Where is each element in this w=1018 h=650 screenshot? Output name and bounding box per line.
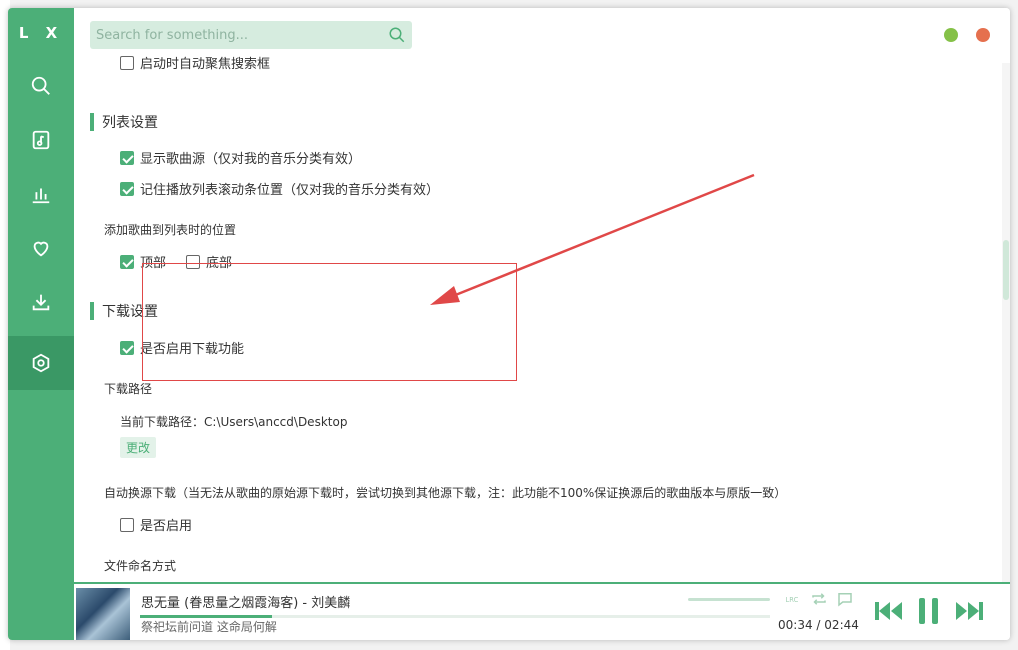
close-button[interactable] xyxy=(976,28,990,42)
search-input[interactable] xyxy=(90,21,380,49)
nav-download-icon[interactable] xyxy=(8,275,74,329)
volume-slider[interactable] xyxy=(688,598,770,601)
main-panel: 启动时自动聚焦搜索框 列表设置 显示歌曲源（仅对我的音乐分类有效） 记住播放列表… xyxy=(74,8,1010,583)
scrollbar-thumb[interactable] xyxy=(1003,240,1009,300)
change-path-button[interactable]: 更改 xyxy=(120,437,157,458)
svg-text:LRC: LRC xyxy=(786,596,799,604)
checkbox-box[interactable] xyxy=(120,517,134,532)
checkbox-auto-switch[interactable]: 是否启用 xyxy=(120,515,192,534)
nav-favorite-icon[interactable] xyxy=(8,221,74,275)
next-icon[interactable] xyxy=(954,598,984,624)
search-box[interactable] xyxy=(90,21,412,49)
highlight-box xyxy=(142,263,517,381)
checkbox-box[interactable] xyxy=(120,340,134,355)
auto-switch-label: 自动换源下载（当无法从歌曲的原始源下载时，尝试切换到其他源下载，注：此功能不10… xyxy=(104,486,787,500)
player-tools: LRC xyxy=(784,590,854,608)
add-position-label: 添加歌曲到列表时的位置 xyxy=(104,223,237,237)
repeat-icon[interactable] xyxy=(810,590,828,608)
song-title: 思无量 (眷思量之烟霞海客) - 刘美麟 xyxy=(141,596,351,611)
comment-icon[interactable] xyxy=(836,590,854,608)
time-display: 00:34 / 02:44 xyxy=(778,618,859,632)
lyric-icon[interactable]: LRC xyxy=(784,590,802,608)
checkbox-autofocus-search[interactable]: 启动时自动聚焦搜索框 xyxy=(120,56,270,72)
download-path-label: 下载路径 xyxy=(104,382,153,396)
search-icon[interactable] xyxy=(388,26,406,44)
player-bar: 思无量 (眷思量之烟霞海客) - 刘美麟 祭祀坛前问道 这命局何解 LRC 00… xyxy=(74,582,1010,640)
sidebar: L X xyxy=(8,8,74,640)
app-window: L X 启动时自动聚焦搜索框 列表设置 显示歌曲源（仅对我的音乐 xyxy=(8,8,1010,640)
nav-song-list-icon[interactable] xyxy=(8,113,74,167)
scrollbar-track[interactable] xyxy=(1002,63,1010,583)
nav-search-icon[interactable] xyxy=(8,59,74,113)
current-path: 当前下载路径：C:\Users\anccd\Desktop xyxy=(120,415,348,429)
minimize-button[interactable] xyxy=(944,28,958,42)
nav-leaderboard-icon[interactable] xyxy=(8,167,74,221)
checkbox-box[interactable] xyxy=(120,181,134,196)
nav-settings-icon[interactable] xyxy=(8,336,74,390)
checkbox-box[interactable] xyxy=(120,56,134,70)
checkbox-remember-scroll[interactable]: 记住播放列表滚动条位置（仅对我的音乐分类有效） xyxy=(120,179,439,198)
playback-controls xyxy=(874,596,984,626)
previous-icon[interactable] xyxy=(874,598,904,624)
album-cover[interactable] xyxy=(76,588,130,640)
file-naming-label: 文件命名方式 xyxy=(104,559,177,573)
checkbox-box[interactable] xyxy=(120,254,134,269)
checkbox-show-source[interactable]: 显示歌曲源（仅对我的音乐分类有效） xyxy=(120,148,361,167)
checkbox-box[interactable] xyxy=(120,150,134,165)
pause-icon[interactable] xyxy=(916,596,942,626)
app-logo: L X xyxy=(18,24,64,42)
section-title-list: 列表设置 xyxy=(90,112,158,132)
lyric-line: 祭祀坛前问道 这命局何解 xyxy=(141,620,277,634)
